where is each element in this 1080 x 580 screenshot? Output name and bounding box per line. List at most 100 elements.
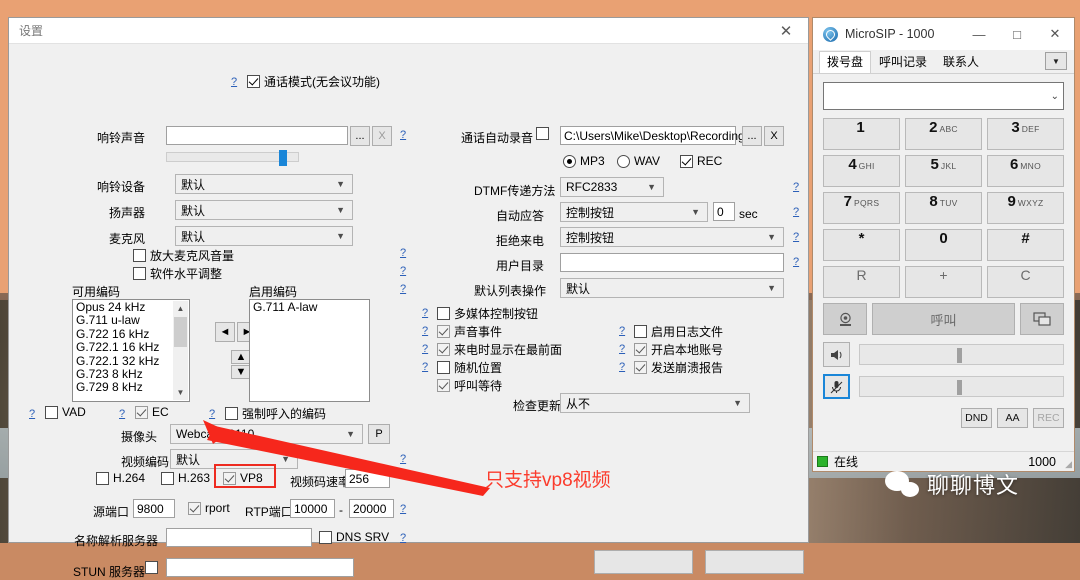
radio-wav[interactable]: WAV [617, 154, 660, 168]
auto-answer-select[interactable]: 控制按钮 ▼ [560, 202, 708, 222]
call-button[interactable]: 呼叫 [872, 303, 1015, 335]
checkbox-multimedia-buttons[interactable]: 多媒体控制按钮 [437, 305, 538, 322]
help-ec[interactable]: ? [119, 408, 125, 420]
key-0[interactable]: 0 [905, 229, 982, 261]
checkbox-vad[interactable]: VAD [45, 405, 86, 419]
rec-button[interactable]: REC [1033, 408, 1064, 428]
record-path-input[interactable]: C:\Users\Mike\Desktop\Recordings [560, 126, 751, 145]
chevron-down-icon[interactable]: ⌄ [1051, 91, 1059, 102]
checkbox-h264[interactable]: H.264 [96, 471, 145, 485]
checkbox-sw-level[interactable]: 软件水平调整 [133, 265, 222, 282]
camera-properties-button[interactable]: P [368, 424, 390, 444]
key-7[interactable]: 7 PQRS [823, 192, 900, 224]
rtp-port-to-input[interactable]: 20000 [349, 499, 394, 518]
ring-volume-slider[interactable] [166, 150, 299, 166]
close-icon[interactable]: ✕ [764, 18, 808, 43]
checkbox-force-codec[interactable]: 强制呼入的编码 [225, 405, 326, 422]
record-path-clear-button[interactable]: X [764, 126, 784, 146]
codec-move-left-button[interactable]: ◄ [215, 322, 235, 342]
stun-server-input[interactable] [166, 558, 354, 577]
help-sw-level[interactable]: ? [400, 265, 406, 277]
ring-sound-browse-button[interactable]: ... [350, 126, 370, 146]
microphone-select[interactable]: 默认 ▼ [175, 226, 353, 246]
reject-call-select[interactable]: 控制按钮 ▼ [560, 227, 784, 247]
help-ring-sound[interactable]: ? [400, 129, 406, 141]
key-6[interactable]: 6 MNO [987, 155, 1064, 187]
auto-answer-seconds-input[interactable]: 0 [713, 202, 735, 221]
video-codec-select[interactable]: 默认 ▼ [170, 449, 298, 469]
key-5[interactable]: 5 JKL [905, 155, 982, 187]
help-multimedia-buttons[interactable]: ? [422, 307, 428, 319]
slider-thumb[interactable] [279, 150, 287, 166]
help-crash-report[interactable]: ? [619, 361, 625, 373]
checkbox-sound-events[interactable]: 声音事件 [437, 323, 502, 340]
key-3[interactable]: 3 DEF [987, 118, 1064, 150]
key-r[interactable]: R [823, 266, 900, 298]
ring-sound-clear-button[interactable]: X [372, 126, 392, 146]
camera-select[interactable]: Webcam C110 ▼ [170, 424, 363, 444]
rtp-port-from-input[interactable]: 10000 [290, 499, 335, 518]
key-1[interactable]: 1 [823, 118, 900, 150]
checkbox-call-waiting[interactable]: 呼叫等待 [437, 377, 502, 394]
radio-mp3[interactable]: MP3 [563, 154, 605, 168]
help-sound-events[interactable]: ? [422, 325, 428, 337]
help-user-dir[interactable]: ? [793, 256, 799, 268]
checkbox-enable-log[interactable]: 启用日志文件 [634, 323, 723, 340]
maximize-icon[interactable]: □ [998, 19, 1036, 50]
help-rtp-port[interactable]: ? [400, 503, 406, 515]
key-star[interactable]: * [823, 229, 900, 261]
speaker-select[interactable]: 默认 ▼ [175, 200, 353, 220]
help-boost-mic[interactable]: ? [400, 247, 406, 259]
checkbox-random-position[interactable]: 随机位置 [437, 359, 502, 376]
help-front-on-call[interactable]: ? [422, 343, 428, 355]
microphone-mute-button[interactable] [823, 374, 850, 399]
user-dir-input[interactable] [560, 253, 784, 272]
checkbox-call-mode[interactable]: 通话模式(无会议功能) [247, 73, 380, 90]
enabled-codecs-list[interactable]: G.711 A-law [249, 299, 370, 402]
help-reject-call[interactable]: ? [793, 231, 799, 243]
codec-move-up-button[interactable]: ▲ [231, 350, 251, 364]
checkbox-rec[interactable]: REC [680, 154, 722, 168]
speaker-slider[interactable] [859, 344, 1064, 365]
checkbox-front-on-call[interactable]: 来电时显示在最前面 [437, 341, 562, 358]
minimize-icon[interactable]: — [960, 19, 998, 50]
help-codecs[interactable]: ? [400, 283, 406, 295]
key-4[interactable]: 4 GHI [823, 155, 900, 187]
dnd-button[interactable]: DND [961, 408, 992, 428]
tab-call-history[interactable]: 呼叫记录 [871, 51, 935, 73]
help-random-position[interactable]: ? [422, 361, 428, 373]
message-icon-button[interactable] [1020, 303, 1064, 335]
scroll-thumb[interactable] [174, 317, 187, 347]
dns-server-input[interactable] [166, 528, 312, 547]
codec-move-down-button[interactable]: ▼ [231, 365, 251, 379]
checkbox-stun[interactable] [145, 561, 158, 574]
checkbox-vp8[interactable]: VP8 [223, 471, 263, 485]
key-hash[interactable]: # [987, 229, 1064, 261]
mic-slider[interactable] [859, 376, 1064, 397]
key-c[interactable]: C [987, 266, 1064, 298]
scrollbar[interactable]: ▲ ▼ [173, 301, 188, 400]
record-path-browse-button[interactable]: ... [742, 126, 762, 146]
key-9[interactable]: 9 WXYZ [987, 192, 1064, 224]
help-enable-log[interactable]: ? [619, 325, 625, 337]
checkbox-ec[interactable]: EC [135, 405, 169, 419]
checkbox-rport[interactable]: rport [188, 501, 230, 515]
bitrate-input[interactable]: 256 [345, 469, 390, 488]
help-dtmf[interactable]: ? [793, 181, 799, 193]
scroll-down-icon[interactable]: ▼ [173, 385, 188, 400]
help-auto-answer[interactable]: ? [793, 206, 799, 218]
help-dns-srv[interactable]: ? [400, 532, 406, 544]
key-2[interactable]: 2 ABC [905, 118, 982, 150]
source-port-input[interactable]: 9800 [133, 499, 175, 518]
list-item[interactable]: G.711 A-law [253, 300, 369, 314]
cancel-button[interactable] [705, 550, 804, 574]
resize-grip-icon[interactable]: ◢ [1065, 459, 1072, 470]
check-update-select[interactable]: 从不 ▼ [560, 393, 750, 413]
slider-thumb[interactable] [957, 348, 963, 363]
speaker-icon-button[interactable] [823, 342, 850, 367]
default-list-action-select[interactable]: 默认 ▼ [560, 278, 784, 298]
help-call-mode[interactable]: ? [231, 76, 237, 88]
checkbox-h263[interactable]: H.263 [161, 471, 210, 485]
tab-contacts[interactable]: 联系人 [935, 51, 987, 73]
slider-thumb[interactable] [957, 380, 963, 395]
